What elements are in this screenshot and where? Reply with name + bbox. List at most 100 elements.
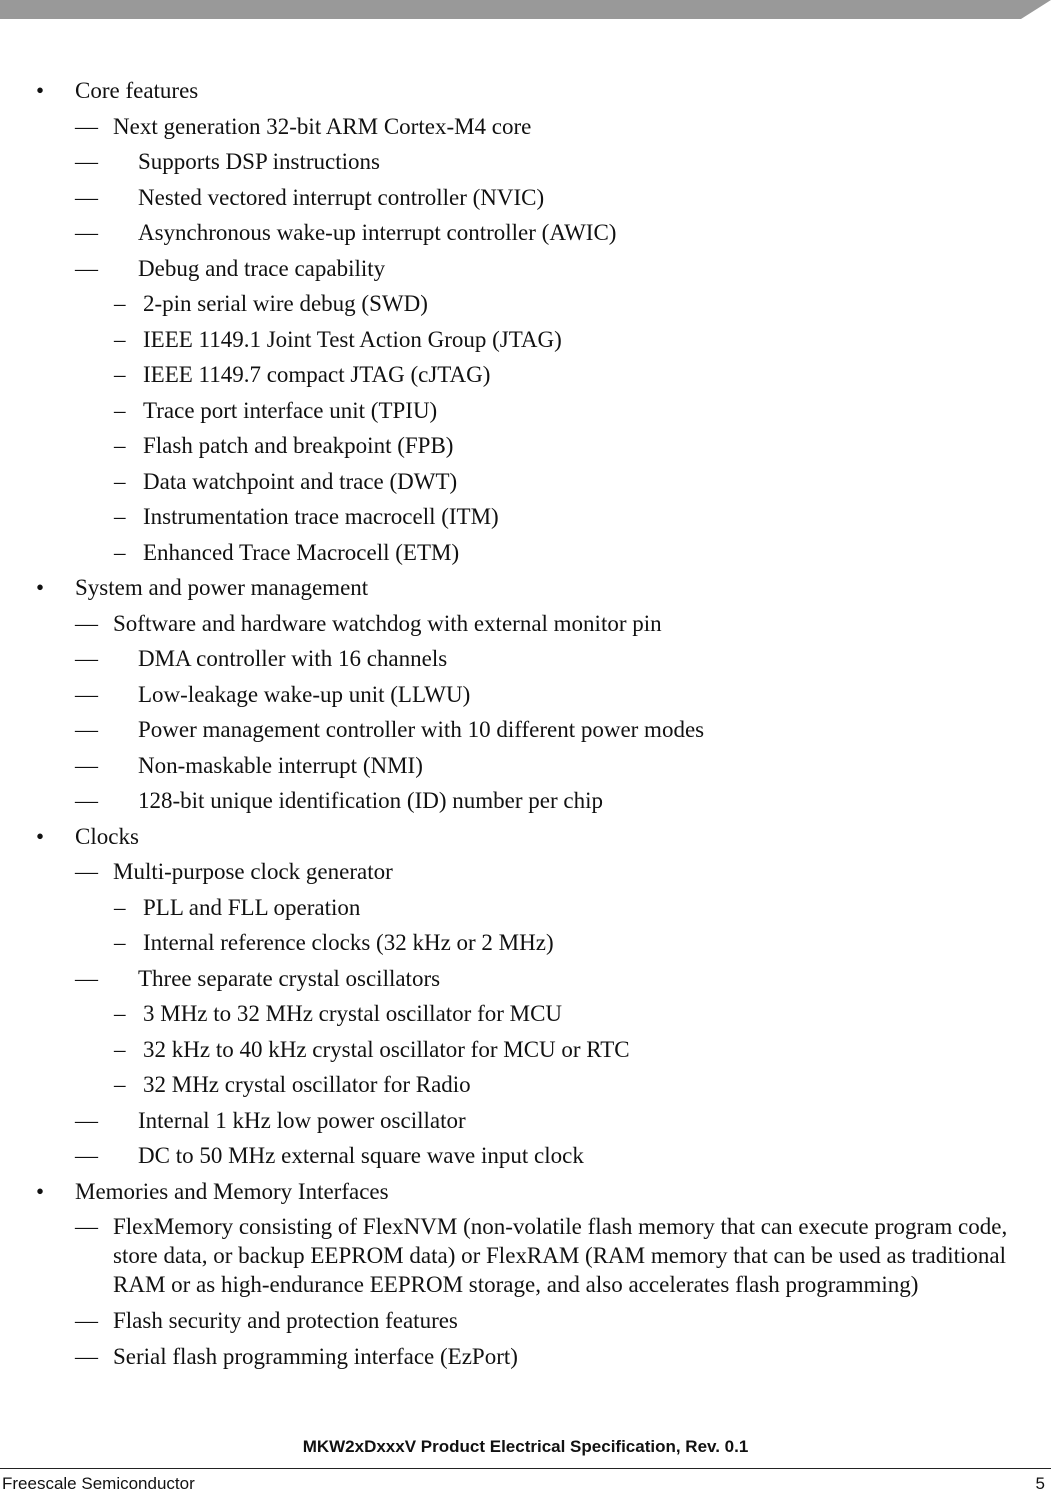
- bullet-marker: •: [36, 78, 45, 103]
- section-title: Memories and Memory Interfaces: [75, 1178, 389, 1204]
- en-dash-marker: –: [114, 1036, 126, 1062]
- sub-list-item: – IEEE 1149.7 compact JTAG (cJTAG): [0, 357, 1051, 393]
- list-item: — 128-bit unique identification (ID) num…: [0, 783, 1051, 819]
- em-dash-marker: —: [75, 220, 98, 245]
- en-dash-marker: –: [114, 433, 126, 458]
- list-item-text: Flash security and protection features: [113, 1308, 458, 1333]
- list-item: — Low-leakage wake-up unit (LLWU): [0, 677, 1051, 713]
- em-dash-marker: —: [75, 1107, 98, 1133]
- en-dash-marker: –: [114, 539, 126, 565]
- list-item-text: DC to 50 MHz external square wave input …: [138, 1143, 584, 1168]
- list-item-text: Non-maskable interrupt (NMI): [138, 752, 423, 778]
- sub-list-item: – IEEE 1149.1 Joint Test Action Group (J…: [0, 322, 1051, 358]
- page-number: 5: [1035, 1474, 1045, 1493]
- em-dash-marker: —: [75, 1143, 98, 1168]
- bullet-marker: •: [36, 575, 45, 600]
- section-title: Core features: [75, 78, 199, 103]
- sub-list-item: – 2-pin serial wire debug (SWD): [0, 286, 1051, 322]
- list-item-text: Power management controller with 10 diff…: [138, 717, 705, 742]
- list-item-text: Supports DSP instructions: [138, 149, 380, 174]
- en-dash-marker: –: [114, 930, 126, 955]
- em-dash-marker: —: [75, 752, 98, 778]
- en-dash-marker: –: [114, 1001, 126, 1026]
- section-title: System and power management: [75, 575, 369, 600]
- list-item-text: Multi-purpose clock generator: [113, 859, 393, 884]
- em-dash-marker: —: [75, 610, 98, 636]
- bullet-marker: •: [36, 1178, 45, 1204]
- em-dash-marker: —: [75, 1343, 98, 1369]
- en-dash-marker: –: [114, 894, 126, 920]
- sub-list-item-text: Internal reference clocks (32 kHz or 2 M…: [143, 930, 554, 955]
- list-item-text: FlexMemory consisting of FlexNVM (non-vo…: [113, 1214, 1008, 1297]
- list-item: — DMA controller with 16 channels: [0, 641, 1051, 677]
- section-heading: • Clocks: [0, 819, 1051, 855]
- sub-list-item-text: 32 kHz to 40 kHz crystal oscillator for …: [143, 1036, 630, 1062]
- sub-list-item-text: IEEE 1149.7 compact JTAG (cJTAG): [143, 362, 491, 387]
- em-dash-marker: —: [75, 859, 98, 884]
- sub-list-item: – 32 kHz to 40 kHz crystal oscillator fo…: [0, 1032, 1051, 1068]
- list-item: — Software and hardware watchdog with ex…: [0, 606, 1051, 642]
- company-name: Freescale Semiconductor: [2, 1474, 195, 1493]
- list-item: — Asynchronous wake-up interrupt control…: [0, 215, 1051, 251]
- list-item-text: Software and hardware watchdog with exte…: [113, 610, 662, 636]
- footer-divider: [0, 1468, 1051, 1469]
- list-item: — Flash security and protection features: [0, 1303, 1051, 1339]
- en-dash-marker: –: [114, 291, 126, 316]
- em-dash-marker: —: [75, 255, 98, 281]
- em-dash-marker: —: [75, 681, 98, 707]
- sub-list-item-text: 32 MHz crystal oscillator for Radio: [143, 1072, 471, 1097]
- list-item-text: 128-bit unique identification (ID) numbe…: [138, 788, 603, 813]
- sub-list-item: – PLL and FLL operation: [0, 890, 1051, 926]
- sub-list-item: – 32 MHz crystal oscillator for Radio: [0, 1067, 1051, 1103]
- list-item: — Internal 1 kHz low power oscillator: [0, 1103, 1051, 1139]
- list-item: — Three separate crystal oscillators: [0, 961, 1051, 997]
- sub-list-item-text: Flash patch and breakpoint (FPB): [143, 433, 454, 458]
- document-title: MKW2xDxxxV Product Electrical Specificat…: [302, 1437, 749, 1456]
- section-title: Clocks: [75, 823, 139, 849]
- em-dash-marker: —: [75, 149, 98, 174]
- sub-list-item-text: Trace port interface unit (TPIU): [143, 397, 438, 423]
- en-dash-marker: –: [114, 504, 126, 529]
- list-item: — DC to 50 MHz external square wave inpu…: [0, 1138, 1051, 1174]
- sub-list-item: – Flash patch and breakpoint (FPB): [0, 428, 1051, 464]
- list-item: — Debug and trace capability: [0, 251, 1051, 287]
- list-item-text: Low-leakage wake-up unit (LLWU): [138, 681, 471, 707]
- en-dash-marker: –: [114, 1072, 126, 1097]
- sub-list-item: – Data watchpoint and trace (DWT): [0, 464, 1051, 500]
- em-dash-marker: —: [75, 646, 98, 671]
- list-item: — Serial flash programming interface (Ez…: [0, 1339, 1051, 1375]
- bullet-marker: •: [36, 823, 45, 849]
- em-dash-marker: —: [75, 113, 98, 139]
- em-dash-marker: —: [75, 788, 98, 813]
- em-dash-marker: —: [75, 965, 98, 991]
- header-bar: [0, 0, 1051, 19]
- list-item: — Non-maskable interrupt (NMI): [0, 748, 1051, 784]
- list-item: — Multi-purpose clock generator: [0, 854, 1051, 890]
- sub-list-item-text: Data watchpoint and trace (DWT): [143, 468, 458, 494]
- list-item-text: Nested vectored interrupt controller (NV…: [138, 184, 545, 210]
- sub-list-item: – Internal reference clocks (32 kHz or 2…: [0, 925, 1051, 961]
- en-dash-marker: –: [114, 362, 126, 387]
- en-dash-marker: –: [114, 326, 126, 352]
- list-item: — Power management controller with 10 di…: [0, 712, 1051, 748]
- list-item-text: Serial flash programming interface (EzPo…: [113, 1343, 518, 1369]
- list-item: — Supports DSP instructions: [0, 144, 1051, 180]
- sub-list-item: – Enhanced Trace Macrocell (ETM): [0, 535, 1051, 571]
- em-dash-marker: —: [75, 717, 98, 742]
- list-item-text: Next generation 32-bit ARM Cortex-M4 cor…: [113, 113, 532, 139]
- feature-list: • Core features — Next generation 32-bit…: [0, 73, 1051, 1374]
- list-item-text: Asynchronous wake-up interrupt controlle…: [138, 220, 617, 245]
- en-dash-marker: –: [114, 397, 126, 423]
- sub-list-item-text: PLL and FLL operation: [143, 894, 361, 920]
- sub-list-item-text: IEEE 1149.1 Joint Test Action Group (JTA…: [143, 326, 562, 352]
- list-item: — Nested vectored interrupt controller (…: [0, 180, 1051, 216]
- section-heading: • Core features: [0, 73, 1051, 109]
- em-dash-marker: —: [75, 1308, 98, 1333]
- list-item-text: DMA controller with 16 channels: [138, 646, 448, 671]
- list-item-text: Debug and trace capability: [138, 255, 386, 281]
- sub-list-item-text: 3 MHz to 32 MHz crystal oscillator for M…: [143, 1001, 563, 1026]
- em-dash-marker: —: [75, 184, 98, 210]
- section-heading: • System and power management: [0, 570, 1051, 606]
- sub-list-item-text: Instrumentation trace macrocell (ITM): [143, 504, 499, 529]
- list-item-text: Three separate crystal oscillators: [138, 965, 441, 991]
